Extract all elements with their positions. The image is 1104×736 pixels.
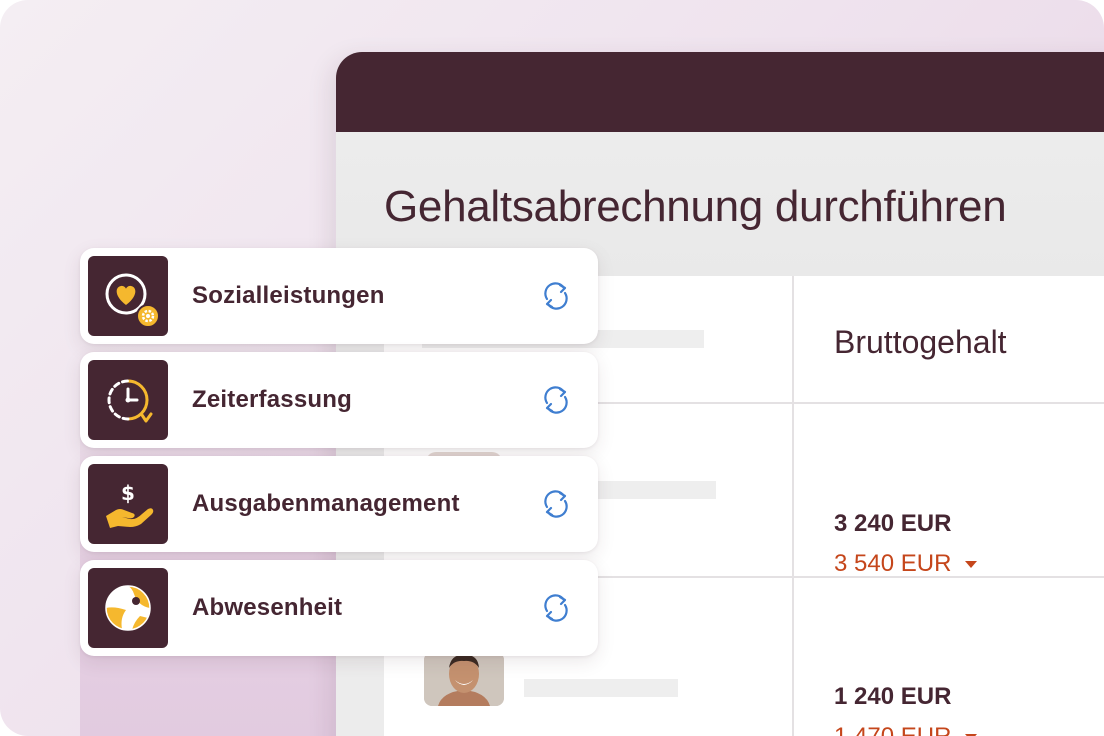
new-salary-label: 1 470 EUR [834,723,951,736]
gross-salary-value: 3 240 EUR [834,510,952,537]
new-gross-salary-value[interactable]: 3 540 EUR [834,550,978,578]
avatar [424,652,504,706]
caret-down-icon[interactable] [965,560,978,568]
heart-gear-icon [88,256,168,336]
column-divider [792,276,794,736]
dollar-hand-icon: $ [88,464,168,544]
integration-label: Sozialleistungen [192,282,385,309]
sync-icon[interactable] [540,384,572,416]
page-title: Gehaltsabrechnung durchführen [384,182,1007,231]
integration-card-benefits[interactable]: Sozialleistungen [80,248,598,344]
sync-icon[interactable] [540,488,572,520]
new-salary-label: 3 540 EUR [834,550,952,577]
integration-card-expense-management[interactable]: $ Ausgabenmanagement [80,456,598,552]
svg-text:$: $ [121,481,135,505]
beach-ball-icon [88,568,168,648]
integration-card-absence[interactable]: Abwesenheit [80,560,598,656]
column-header-gross-salary: Bruttogehalt [834,324,1007,360]
integration-label: Zeiterfassung [192,386,352,413]
placeholder-name-bar [524,679,678,697]
person-photo [424,652,504,706]
integration-label: Ausgabenmanagement [192,490,460,517]
gross-salary-value: 1 240 EUR [834,683,952,710]
integration-card-time-tracking[interactable]: Zeiterfassung [80,352,598,448]
panel-header-bar [336,52,1104,132]
integration-label: Abwesenheit [192,594,343,621]
new-gross-salary-value[interactable]: 1 470 EUR [834,723,978,736]
clock-icon [88,360,168,440]
sync-icon[interactable] [540,592,572,624]
sync-icon[interactable] [540,280,572,312]
